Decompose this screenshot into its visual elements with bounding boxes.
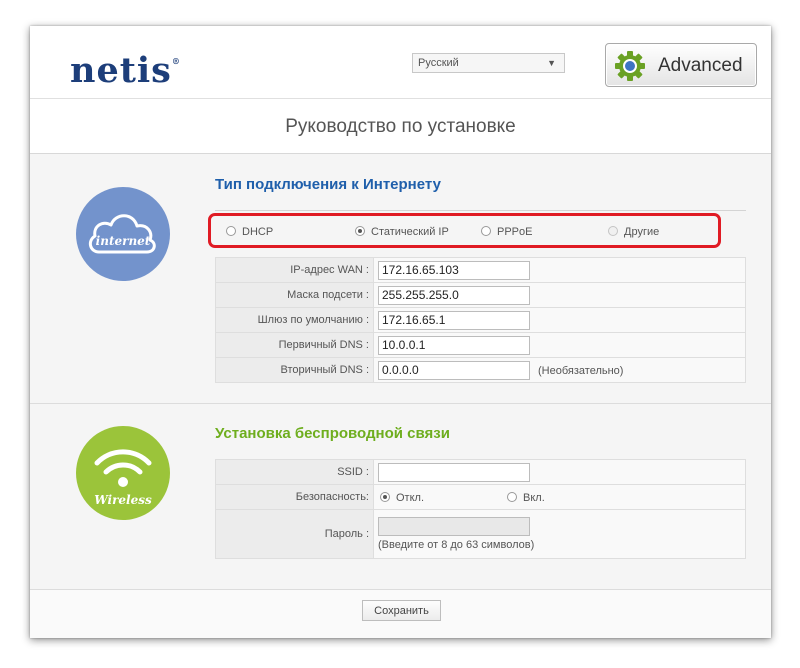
secondary-dns-input[interactable] — [378, 360, 530, 380]
radio-label: Откл. — [396, 492, 425, 504]
advanced-button[interactable]: Advanced — [605, 43, 757, 87]
password-input[interactable] — [378, 517, 530, 536]
page-title: Руководство по установке — [30, 98, 771, 154]
internet-icon: internet — [76, 187, 170, 281]
radio-circle — [507, 492, 517, 502]
radio-security-on[interactable]: Вкл. — [507, 492, 545, 504]
wireless-form: SSID : Безопасность: Откл. Вкл. Пароль : — [215, 459, 746, 559]
gateway-input[interactable] — [378, 310, 530, 330]
radio-security-off[interactable]: Откл. — [380, 492, 424, 504]
advanced-label: Advanced — [658, 55, 743, 76]
subnet-mask-input[interactable] — [378, 285, 530, 305]
internet-icon-label: internet — [96, 234, 151, 248]
form-row-password: Пароль : (Введите от 8 до 63 символов) — [215, 509, 746, 559]
field-label: Пароль : — [215, 509, 374, 559]
field-label: Шлюз по умолчанию : — [215, 307, 374, 333]
wireless-section-title: Установка беспроводной связи — [215, 425, 450, 442]
field-label: IP-адрес WAN : — [215, 257, 374, 283]
password-hint: (Введите от 8 до 63 символов) — [378, 539, 535, 551]
form-row-ssid: SSID : — [215, 459, 746, 485]
netis-logo: netis® — [70, 50, 181, 91]
field-label: Первичный DNS : — [215, 332, 374, 358]
footer: Сохранить — [30, 590, 771, 638]
wireless-icon: Wireless — [76, 426, 170, 520]
field-label: SSID : — [215, 459, 374, 485]
wireless-section: Wireless Установка беспроводной связи SS… — [30, 404, 771, 590]
field-label: Маска подсети : — [215, 282, 374, 308]
divider — [215, 210, 746, 211]
logo-trademark: ® — [171, 56, 181, 66]
language-select[interactable]: Русский ▼ — [412, 53, 565, 73]
form-row-subnet-mask: Маска подсети : — [215, 282, 746, 308]
dropdown-arrow-icon: ▼ — [547, 58, 556, 68]
radio-circle — [380, 492, 390, 502]
save-button[interactable]: Сохранить — [362, 600, 441, 621]
field-label: Вторичный DNS : — [215, 357, 374, 383]
primary-dns-input[interactable] — [378, 335, 530, 355]
wan-ip-input[interactable] — [378, 260, 530, 280]
optional-hint: (Необязательно) — [538, 365, 624, 377]
logo-text: netis — [70, 50, 172, 91]
highlight-annotation — [208, 213, 721, 248]
language-selected: Русский — [418, 57, 459, 69]
setup-panel: netis® Русский ▼ Advanced Руководство по… — [30, 26, 771, 638]
static-ip-form: IP-адрес WAN : Маска подсети : Шлюз по у… — [215, 257, 746, 383]
gear-icon — [615, 51, 645, 81]
wireless-icon-label: Wireless — [94, 493, 152, 507]
field-label: Безопасность: — [215, 484, 374, 510]
internet-section: internet Тип подключения к Интернету DHC… — [30, 154, 771, 404]
internet-section-title: Тип подключения к Интернету — [215, 176, 441, 193]
form-row-secondary-dns: Вторичный DNS : (Необязательно) — [215, 357, 746, 383]
form-row-wan-ip: IP-адрес WAN : — [215, 257, 746, 283]
radio-label: Вкл. — [523, 492, 545, 504]
form-row-security: Безопасность: Откл. Вкл. — [215, 484, 746, 510]
form-row-gateway: Шлюз по умолчанию : — [215, 307, 746, 333]
form-row-primary-dns: Первичный DNS : — [215, 332, 746, 358]
ssid-input[interactable] — [378, 462, 530, 482]
